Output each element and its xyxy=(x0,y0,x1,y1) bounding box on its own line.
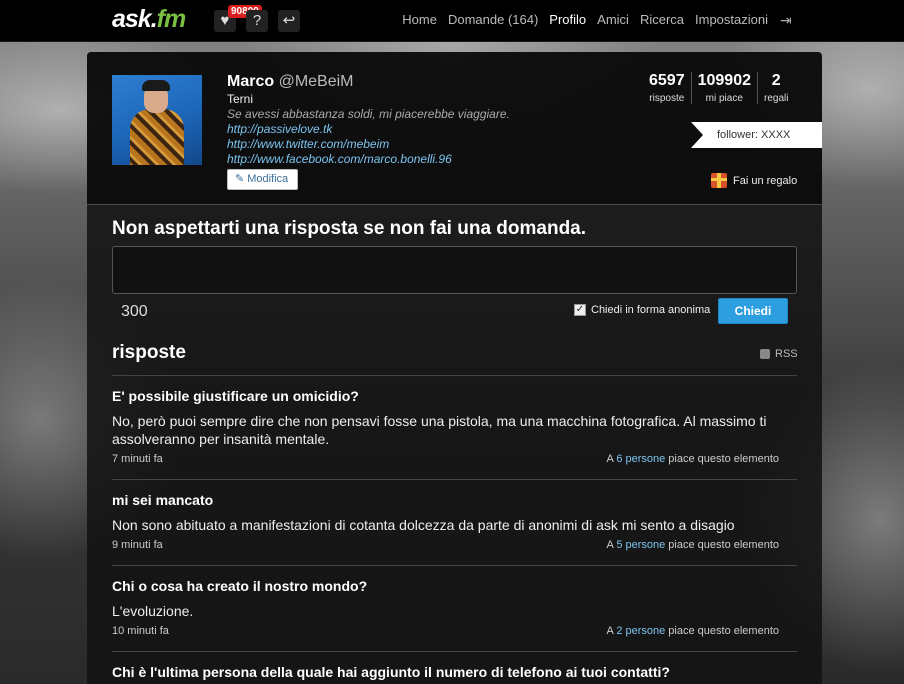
gift-icon xyxy=(711,173,727,188)
profile-name: Marco @MeBeiM xyxy=(227,73,354,90)
logout-icon[interactable]: ⇥ xyxy=(780,12,796,28)
follower-ribbon: follower: XXXX xyxy=(691,122,822,148)
likes-count-link[interactable]: 2 persone xyxy=(616,625,665,637)
answer-item: E' possibile giustificare un omicidio? N… xyxy=(112,388,797,465)
anonymous-option[interactable]: ✓ Chiedi in forma anonima xyxy=(574,304,710,316)
answer-question[interactable]: mi sei mancato xyxy=(112,492,797,508)
profile-header: Marco @MeBeiM Terni Se avessi abbastanza… xyxy=(87,52,822,205)
answer-text: Non sono abituato a manifestazioni di co… xyxy=(112,517,735,533)
avatar[interactable] xyxy=(112,75,202,165)
main-panel: Marco @MeBeiM Terni Se avessi abbastanza… xyxy=(87,52,822,684)
answer-text: No, però puoi sempre dire che non pensav… xyxy=(112,413,767,447)
likes-count-link[interactable]: 6 persone xyxy=(616,453,665,465)
answer-time[interactable]: 9 minuti fa xyxy=(112,539,163,551)
answer-time[interactable]: 10 minuti fa xyxy=(112,625,169,637)
reply-icon[interactable]: ↩ xyxy=(278,10,300,32)
profile-stats: 6597 risposte 109902 mi piace 2 regali xyxy=(643,72,794,104)
nav-profilo[interactable]: Profilo xyxy=(549,12,586,27)
edit-profile-button[interactable]: ✎ Modifica xyxy=(227,169,299,190)
profile-link-facebook[interactable]: http://www.facebook.com/marco.bonelli.96 xyxy=(227,152,452,166)
profile-link-twitter[interactable]: http://www.twitter.com/mebeim xyxy=(227,137,389,151)
profile-bio: Se avessi abbastanza soldi, mi piacerebb… xyxy=(227,107,510,121)
pencil-icon: ✎ xyxy=(235,173,245,185)
answer-question[interactable]: Chi è l'ultima persona della quale hai a… xyxy=(112,664,797,680)
nav-ricerca[interactable]: Ricerca xyxy=(640,12,684,27)
profile-link-website[interactable]: http://passivelove.tk xyxy=(227,122,332,136)
divider xyxy=(112,651,797,652)
answer-item: Chi o cosa ha creato il nostro mondo? L'… xyxy=(112,578,797,637)
nav-impostazioni[interactable]: Impostazioni xyxy=(695,12,768,27)
nav-amici[interactable]: Amici xyxy=(597,12,629,27)
answer-likes: A 6 persone piace questo elemento xyxy=(606,453,779,465)
top-bar: ask.fm ♥ 90809 ? ↩ Home Domande (164) Pr… xyxy=(0,0,904,42)
anonymous-checkbox[interactable]: ✓ xyxy=(574,304,586,316)
rss-link[interactable]: RSS xyxy=(760,348,798,360)
divider xyxy=(112,565,797,566)
rss-icon xyxy=(760,349,770,359)
nav-home[interactable]: Home xyxy=(402,12,437,27)
answer-time[interactable]: 7 minuti fa xyxy=(112,453,163,465)
ask-title: Non aspettarti una risposta se non fai u… xyxy=(112,218,587,239)
stat-gifts[interactable]: 2 regali xyxy=(756,72,794,104)
divider xyxy=(112,479,797,480)
likes-count-link[interactable]: 5 persone xyxy=(616,539,665,551)
answer-text: L'evoluzione. xyxy=(112,603,194,619)
char-counter: 300 xyxy=(121,303,148,320)
profile-city: Terni xyxy=(227,92,254,106)
answers-title: risposte xyxy=(112,342,186,363)
question-input[interactable] xyxy=(112,246,797,294)
ask-button[interactable]: Chiedi xyxy=(718,298,788,324)
divider xyxy=(112,375,797,376)
main-nav: Home Domande (164) Profilo Amici Ricerca… xyxy=(402,12,768,27)
stat-likes[interactable]: 109902 mi piace xyxy=(690,72,757,104)
nav-domande[interactable]: Domande (164) xyxy=(448,12,538,27)
answer-question[interactable]: Chi o cosa ha creato il nostro mondo? xyxy=(112,578,797,594)
stat-answers[interactable]: 6597 risposte xyxy=(643,72,691,104)
answer-likes: A 2 persone piace questo elemento xyxy=(606,625,779,637)
gift-button[interactable]: Fai un regalo xyxy=(711,173,797,188)
answer-item: mi sei mancato Non sono abituato a manif… xyxy=(112,492,797,551)
answer-item: Chi è l'ultima persona della quale hai a… xyxy=(112,664,797,680)
answer-likes: A 5 persone piace questo elemento xyxy=(606,539,779,551)
answer-question[interactable]: E' possibile giustificare un omicidio? xyxy=(112,388,797,404)
ask-fm-logo[interactable]: ask.fm xyxy=(112,5,186,34)
question-icon[interactable]: ? xyxy=(246,10,268,32)
